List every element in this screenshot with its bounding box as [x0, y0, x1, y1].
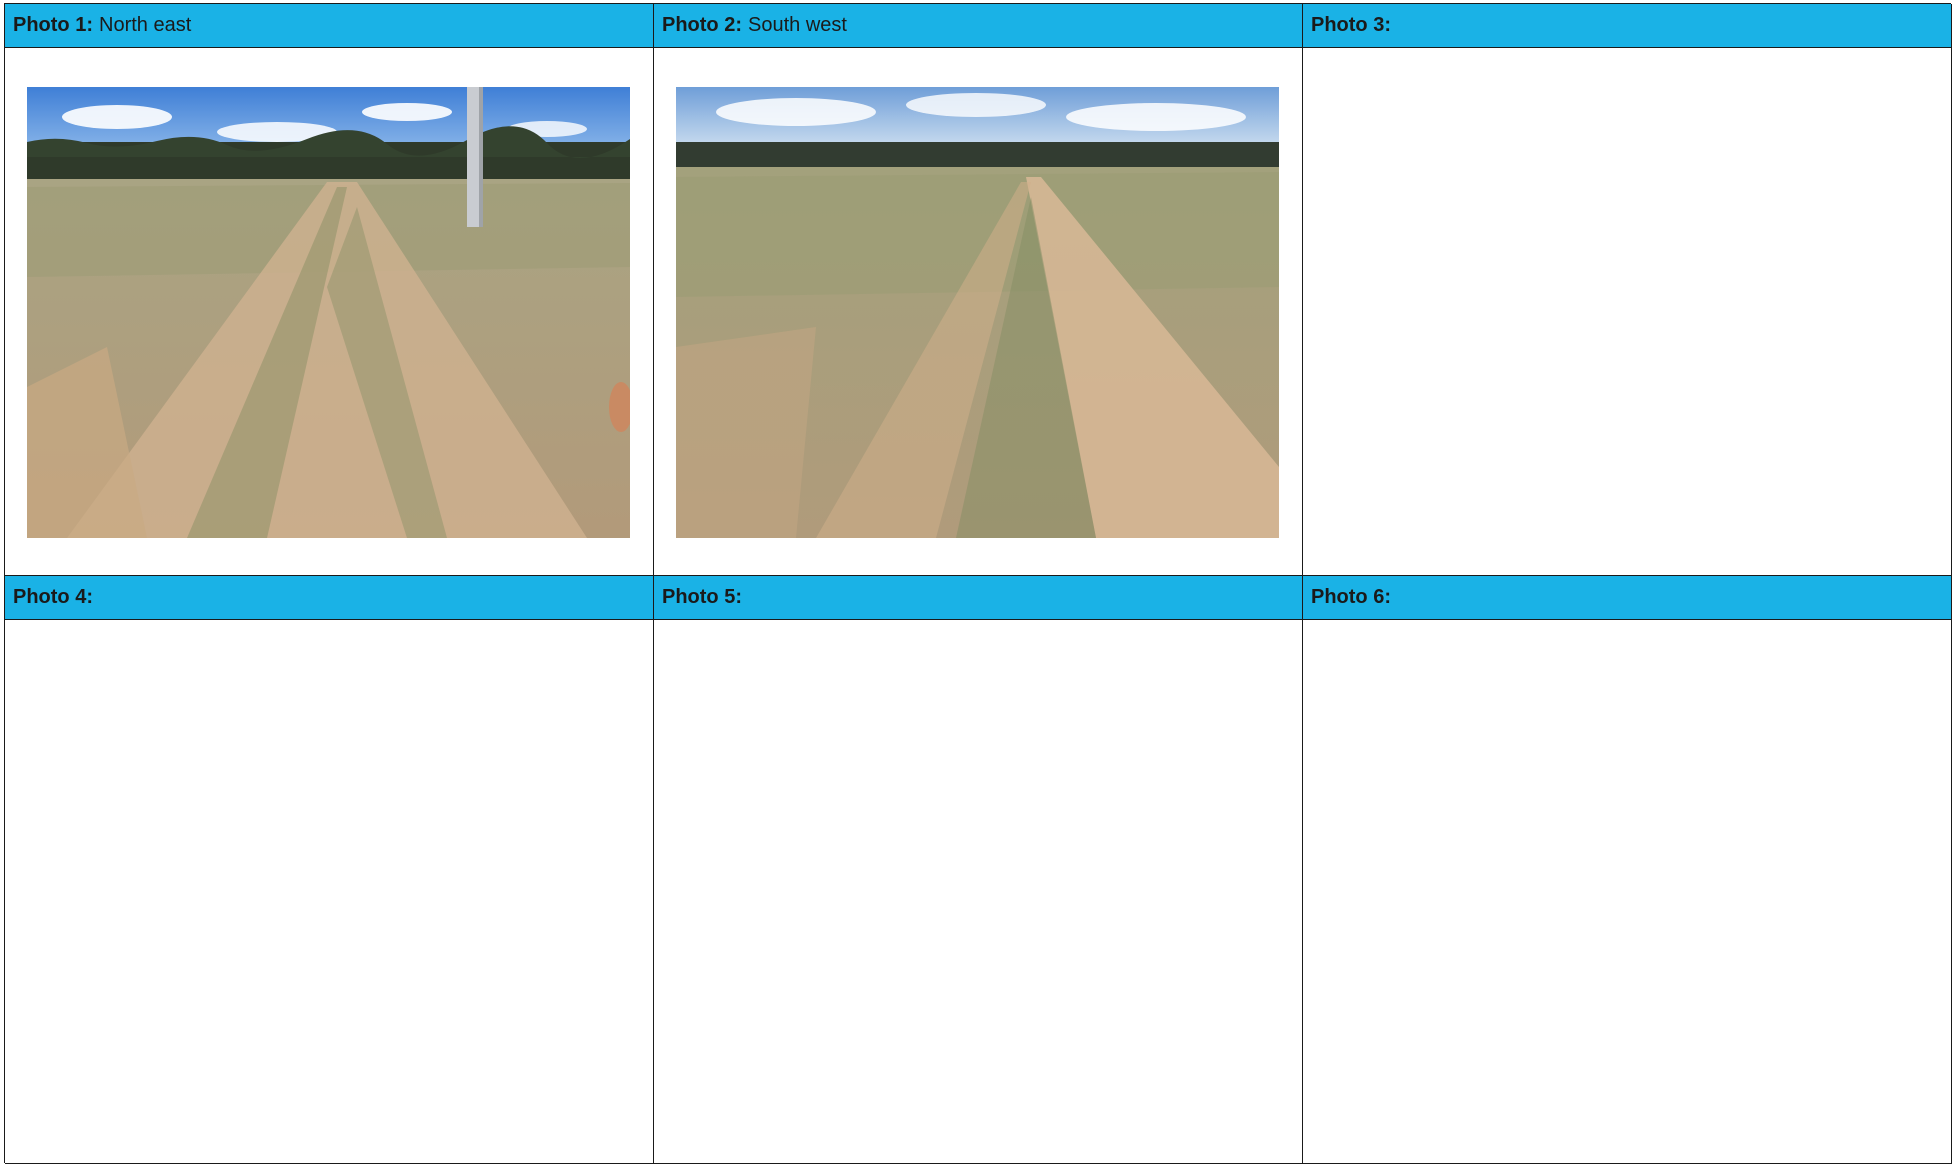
photo-cell-2: Photo 2: South west: [654, 4, 1303, 576]
photo-cell-header: Photo 6:: [1303, 576, 1951, 620]
photo-number-label: Photo 1:: [13, 14, 93, 36]
photo-cell-4: Photo 4:: [5, 576, 654, 1164]
photo-cell-header: Photo 5:: [654, 576, 1302, 620]
photo-cell-6: Photo 6:: [1303, 576, 1952, 1164]
photo-number-label: Photo 2:: [662, 14, 742, 36]
photo-cell-1: Photo 1: North east: [5, 4, 654, 576]
photo-cell-5: Photo 5:: [654, 576, 1303, 1164]
photo-cell-header: Photo 4:: [5, 576, 653, 620]
photo-description: North east: [99, 14, 192, 36]
photo-grid: Photo 1: North east Photo 2: South west …: [4, 3, 1952, 1164]
photo-number-label: Photo 6:: [1311, 586, 1391, 608]
photo-cell-header: Photo 2: South west: [654, 4, 1302, 48]
photo-north-east-image: [27, 87, 630, 538]
photo-cell-3: Photo 3:: [1303, 4, 1952, 576]
photo-cell-header: Photo 3:: [1303, 4, 1951, 48]
photo-number-label: Photo 4:: [13, 586, 93, 608]
photo-number-label: Photo 5:: [662, 586, 742, 608]
photo-south-west-image: [676, 87, 1279, 538]
photo-number-label: Photo 3:: [1311, 14, 1391, 36]
photo-description: South west: [748, 14, 847, 36]
photo-cell-header: Photo 1: North east: [5, 4, 653, 48]
